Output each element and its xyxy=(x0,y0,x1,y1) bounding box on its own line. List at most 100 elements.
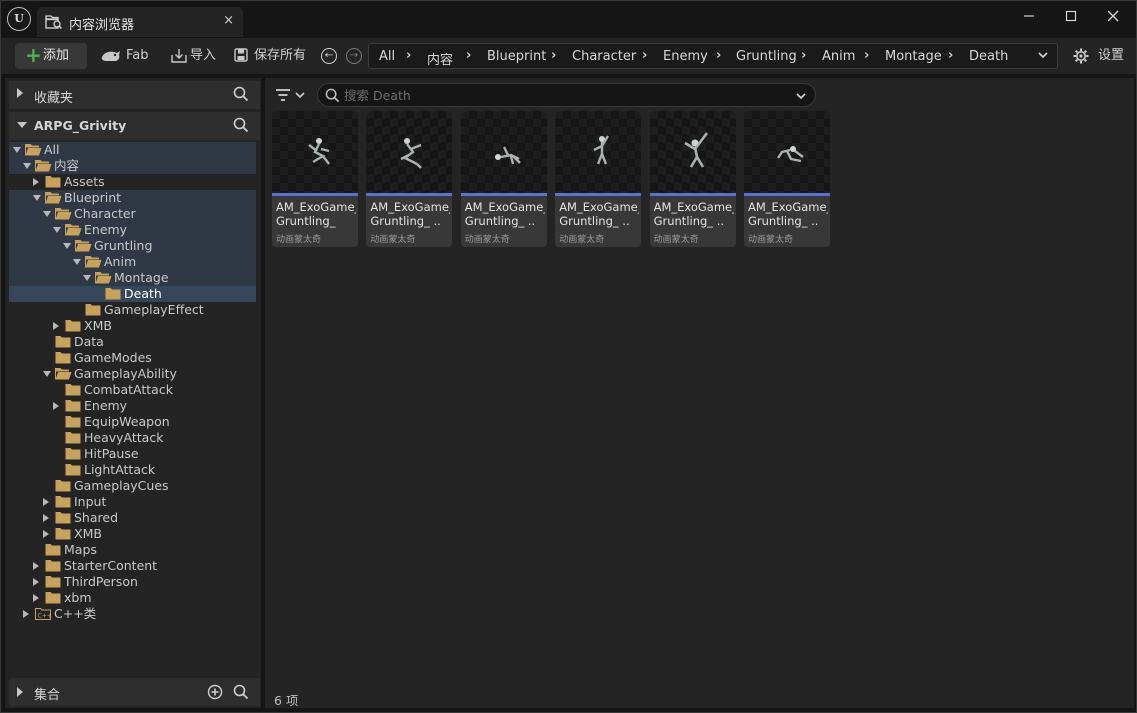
tree-row[interactable]: Death xyxy=(9,286,256,302)
crumb-gruntling[interactable]: Gruntling xyxy=(736,49,797,64)
crumb-separator-icon[interactable]: › xyxy=(466,48,471,63)
crumb-separator-icon[interactable]: › xyxy=(642,48,647,63)
crumb-montage[interactable]: Montage xyxy=(885,49,942,64)
tree-row[interactable]: HeavyAttack xyxy=(9,430,256,446)
tree-row[interactable]: XMB xyxy=(9,526,256,542)
search-input[interactable] xyxy=(344,87,784,103)
tree-row[interactable]: Shared xyxy=(9,510,256,526)
tree-row[interactable]: Input xyxy=(9,494,256,510)
collapse-arrow-icon[interactable] xyxy=(53,227,61,233)
minimize-button[interactable] xyxy=(1009,5,1049,27)
crumb-enemy[interactable]: Enemy xyxy=(663,49,708,64)
add-circle-icon[interactable] xyxy=(207,684,223,703)
tree-row[interactable]: EquipWeapon xyxy=(9,414,256,430)
search-dropdown-icon[interactable] xyxy=(795,87,807,105)
expand-arrow-icon[interactable] xyxy=(53,402,59,410)
tree-row[interactable]: HitPause xyxy=(9,446,256,462)
crumb-separator-icon[interactable]: › xyxy=(551,48,556,63)
tree-row[interactable]: All xyxy=(9,142,256,158)
forward-arrow-icon[interactable]: → xyxy=(346,48,362,64)
favorites-header[interactable]: 收藏夹 xyxy=(9,81,260,109)
tree-row[interactable]: Data xyxy=(9,334,256,350)
crumb-separator-icon[interactable]: › xyxy=(948,48,953,63)
expand-arrow-icon[interactable] xyxy=(33,594,39,602)
crumb-blueprint[interactable]: Blueprint xyxy=(487,49,546,64)
search-icon[interactable] xyxy=(233,86,249,105)
close-window-button[interactable] xyxy=(1093,5,1133,27)
collapse-arrow-icon[interactable] xyxy=(63,243,71,249)
expand-arrow-icon[interactable] xyxy=(17,687,23,697)
crumb-separator-icon[interactable]: › xyxy=(801,48,806,63)
tree-row[interactable]: C++ C++类 xyxy=(9,606,256,622)
expand-arrow-icon[interactable] xyxy=(43,514,49,522)
expand-arrow-icon[interactable] xyxy=(23,610,29,618)
collapse-arrow-icon[interactable] xyxy=(43,371,51,377)
asset-tile[interactable]: AM_ExoGame_ Gruntling_ 动画蒙太奇 xyxy=(272,111,358,247)
tree-row[interactable]: Anim xyxy=(9,254,256,270)
expand-arrow-icon[interactable] xyxy=(17,88,23,98)
search-box[interactable] xyxy=(317,83,816,107)
collections-header[interactable]: 集合 xyxy=(9,678,260,706)
tree-row[interactable]: CombatAttack xyxy=(9,382,256,398)
project-header[interactable]: ARPG_Grivity xyxy=(9,112,260,140)
expand-arrow-icon[interactable] xyxy=(33,178,39,186)
fab-button[interactable]: Fab xyxy=(100,43,152,69)
tree-row[interactable]: Blueprint xyxy=(9,190,256,206)
crumb-separator-icon[interactable]: › xyxy=(864,48,869,63)
asset-tile[interactable]: AM_ExoGame_ Gruntling_ .. 动画蒙太奇 xyxy=(366,111,453,247)
asset-tile[interactable]: AM_ExoGame_ Gruntling_ .. 动画蒙太奇 xyxy=(744,111,830,247)
collapse-arrow-icon[interactable] xyxy=(23,163,31,169)
tree-row[interactable]: GameplayAbility xyxy=(9,366,256,382)
expand-arrow-icon[interactable] xyxy=(33,562,39,570)
filter-button[interactable] xyxy=(275,85,309,105)
tree-row[interactable]: Gruntling xyxy=(9,238,256,254)
tree-row[interactable]: LightAttack xyxy=(9,462,256,478)
tree-row[interactable]: XMB xyxy=(9,318,256,334)
import-button[interactable]: 导入 xyxy=(171,43,221,69)
collapse-arrow-icon[interactable] xyxy=(17,122,27,128)
crumb-anim[interactable]: Anim xyxy=(822,49,855,64)
tree-row[interactable]: Maps xyxy=(9,542,256,558)
tree-row[interactable]: Montage xyxy=(9,270,256,286)
tab-close-icon[interactable]: × xyxy=(223,13,234,28)
add-button[interactable]: + 添加 xyxy=(15,43,87,69)
collapse-arrow-icon[interactable] xyxy=(73,259,81,265)
asset-tile[interactable]: AM_ExoGame_ Gruntling_ .. 动画蒙太奇 xyxy=(555,111,642,247)
breadcrumb-dropdown-icon[interactable] xyxy=(1037,49,1049,64)
collapse-arrow-icon[interactable] xyxy=(83,275,91,281)
maximize-button[interactable] xyxy=(1051,5,1091,27)
expand-arrow-icon[interactable] xyxy=(53,322,59,330)
crumb-death[interactable]: Death xyxy=(969,49,1008,64)
crumb-separator-icon[interactable]: › xyxy=(716,48,721,63)
back-arrow-icon[interactable]: ← xyxy=(321,48,337,64)
unreal-logo-icon[interactable]: U xyxy=(7,7,31,31)
crumb-content[interactable]: 内容 xyxy=(427,49,453,68)
collapse-arrow-icon[interactable] xyxy=(13,147,21,153)
content-browser-window: U 内容浏览器 × + 添加 Fab 导入 保存所有 ← → All › 内容 … xyxy=(0,0,1137,713)
tree-row[interactable]: StarterContent xyxy=(9,558,256,574)
expand-arrow-icon[interactable] xyxy=(43,498,49,506)
content-browser-tab[interactable]: 内容浏览器 × xyxy=(37,7,243,37)
collapse-arrow-icon[interactable] xyxy=(43,211,51,217)
crumb-character[interactable]: Character xyxy=(572,49,636,64)
tree-row[interactable]: Character xyxy=(9,206,256,222)
tree-row[interactable]: xbm xyxy=(9,590,256,606)
search-icon[interactable] xyxy=(233,117,249,136)
crumb-separator-icon[interactable]: › xyxy=(406,48,411,63)
expand-arrow-icon[interactable] xyxy=(33,578,39,586)
tree-row[interactable]: GameplayCues xyxy=(9,478,256,494)
save-all-button[interactable]: 保存所有 xyxy=(234,43,310,69)
tree-row[interactable]: 内容 xyxy=(9,158,256,174)
asset-tile[interactable]: AM_ExoGame_ Gruntling_ .. 动画蒙太奇 xyxy=(649,111,736,247)
tree-row[interactable]: Enemy xyxy=(9,222,256,238)
tree-row[interactable]: Assets xyxy=(9,174,256,190)
tree-row[interactable]: GameplayEffect xyxy=(9,302,256,318)
tree-row[interactable]: ThirdPerson xyxy=(9,574,256,590)
crumb-all[interactable]: All xyxy=(379,49,395,64)
search-icon[interactable] xyxy=(233,684,249,703)
tree-row[interactable]: GameModes xyxy=(9,350,256,366)
tree-row[interactable]: Enemy xyxy=(9,398,256,414)
expand-arrow-icon[interactable] xyxy=(43,530,49,538)
asset-tile[interactable]: AM_ExoGame_ Gruntling_ .. 动画蒙太奇 xyxy=(460,111,547,247)
collapse-arrow-icon[interactable] xyxy=(33,195,41,201)
